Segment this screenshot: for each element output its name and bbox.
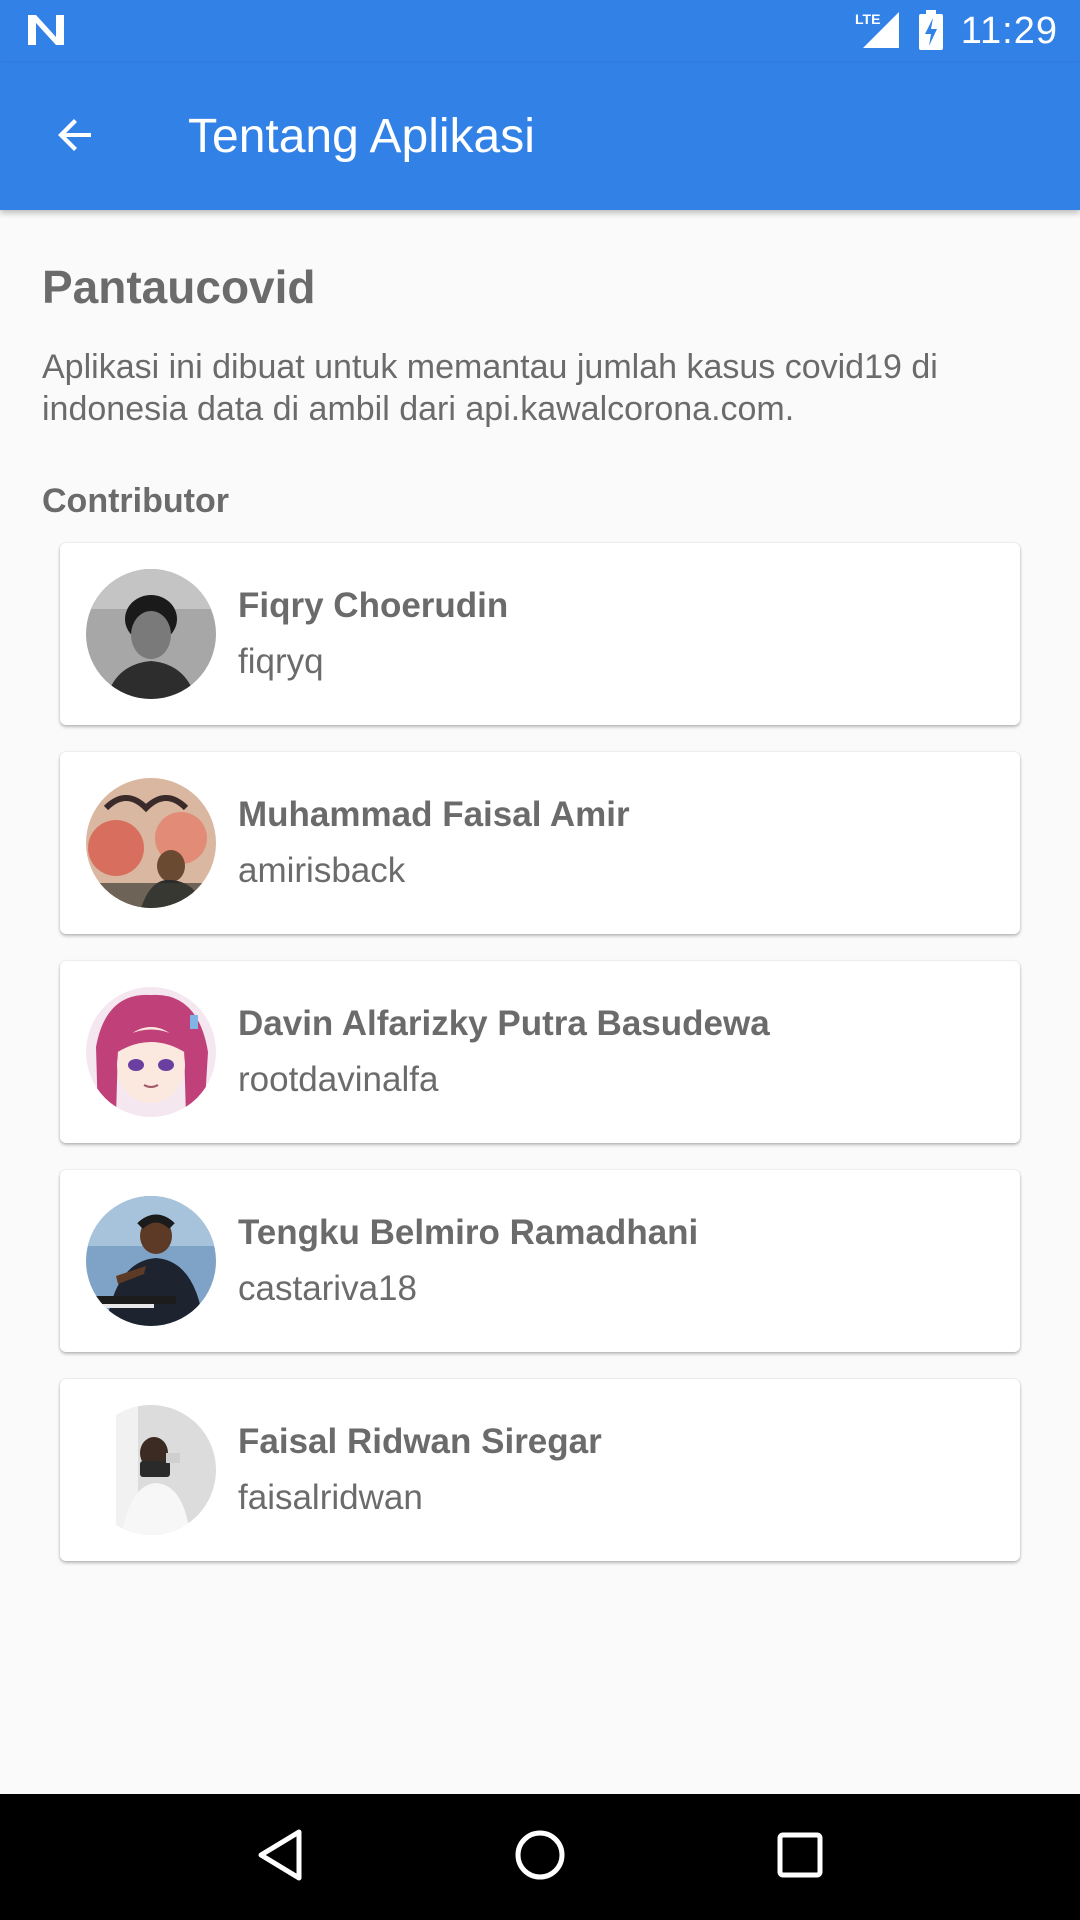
signal-icon: LTE <box>855 10 901 54</box>
contributor-card[interactable]: Faisal Ridwan Siregar faisalridwan <box>60 1379 1020 1561</box>
nav-home-button[interactable] <box>495 1812 585 1902</box>
back-button[interactable] <box>0 63 150 210</box>
contributor-card[interactable]: Davin Alfarizky Putra Basudewa rootdavin… <box>60 961 1020 1143</box>
contributor-name: Tengku Belmiro Ramadhani <box>238 1213 699 1252</box>
avatar <box>86 1196 216 1326</box>
avatar <box>86 569 216 699</box>
contributor-name: Faisal Ridwan Siregar <box>238 1422 602 1461</box>
page-title: Tentang Aplikasi <box>188 110 535 163</box>
svg-text:LTE: LTE <box>855 11 880 27</box>
contributor-name: Fiqry Choerudin <box>238 586 509 625</box>
navigation-bar <box>0 1794 1080 1920</box>
avatar <box>86 1405 216 1535</box>
recents-square-icon <box>776 1831 824 1883</box>
app-name: Pantaucovid <box>42 261 316 313</box>
contributor-name: Muhammad Faisal Amir <box>238 795 630 834</box>
contributor-card[interactable]: Tengku Belmiro Ramadhani castariva18 <box>60 1170 1020 1352</box>
back-triangle-icon <box>255 1828 305 1886</box>
battery-charging-icon <box>918 9 943 54</box>
about-content: Pantaucovid Aplikasi ini dibuat untuk me… <box>0 210 1080 521</box>
avatar <box>86 778 216 908</box>
arrow-back-icon <box>51 111 99 163</box>
nav-recents-button[interactable] <box>755 1812 845 1902</box>
app-bar: Tentang Aplikasi <box>0 63 1080 210</box>
contributor-username: fiqryq <box>238 642 324 681</box>
contributor-username: faisalridwan <box>238 1478 423 1517</box>
avatar <box>86 987 216 1117</box>
contributor-name: Davin Alfarizky Putra Basudewa <box>238 1004 770 1043</box>
contributor-username: rootdavinalfa <box>238 1060 439 1099</box>
contributor-card[interactable]: Muhammad Faisal Amir amirisback <box>60 752 1020 934</box>
contributor-card[interactable]: Fiqry Choerudin fiqryq <box>60 543 1020 725</box>
status-time: 11:29 <box>960 10 1058 52</box>
contributor-username: castariva18 <box>238 1269 417 1308</box>
contributor-list: Fiqry Choerudin fiqryq Muhammad Faisal A… <box>60 543 1020 1588</box>
contributor-section-title: Contributor <box>42 482 229 520</box>
n-logo-icon <box>26 13 66 51</box>
home-circle-icon <box>513 1828 567 1886</box>
nav-back-button[interactable] <box>235 1812 325 1902</box>
app-description: Aplikasi ini dibuat untuk memantau jumla… <box>42 348 938 428</box>
contributor-username: amirisback <box>238 851 406 890</box>
status-bar: LTE 11:29 <box>0 0 1080 63</box>
